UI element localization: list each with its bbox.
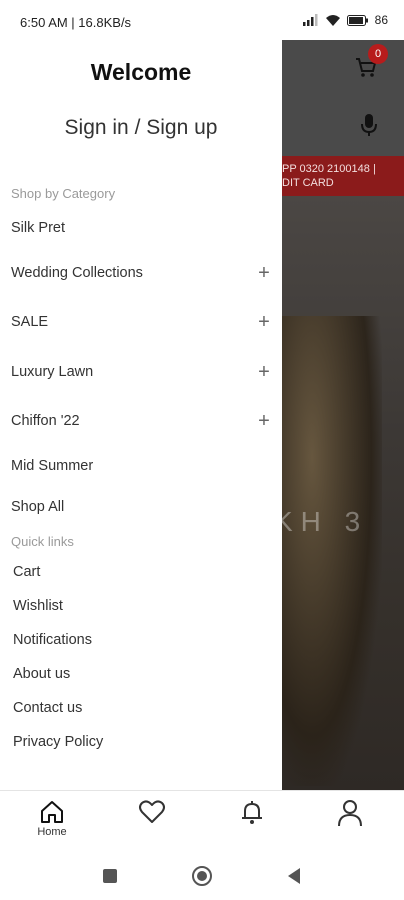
nav-notifications-button[interactable] [222, 799, 282, 845]
bell-icon [242, 801, 262, 824]
circle-icon [192, 866, 212, 886]
background-page: 0 PP 0320 2100148 | DIT CARD KH 3 [282, 34, 404, 790]
category-luxury-lawn[interactable]: Luxury Lawn + [11, 359, 271, 385]
nav-home-button[interactable]: Home [22, 799, 82, 845]
quick-link-about-us[interactable]: About us [13, 666, 70, 682]
back-button[interactable] [282, 864, 306, 888]
hero-overlay-text: KH 3 [282, 506, 369, 537]
wifi-icon [325, 14, 340, 26]
category-chiffon-22[interactable]: Chiffon '22 + [11, 408, 271, 434]
category-mid-summer[interactable]: Mid Summer [11, 453, 271, 479]
home-system-button[interactable] [190, 864, 214, 888]
shop-by-category-label: Shop by Category [11, 186, 116, 201]
status-bar: 6:50 AM | 16.8KB/s 86 [0, 0, 404, 40]
heart-icon [139, 800, 165, 823]
signin-signup-link[interactable]: Sign in / Sign up [0, 116, 282, 140]
category-wedding-collections[interactable]: Wedding Collections + [11, 260, 271, 286]
quick-link-contact-us[interactable]: Contact us [13, 700, 82, 716]
signal-icon [302, 14, 318, 26]
category-label: Chiffon '22 [11, 413, 80, 429]
navigation-drawer: Welcome Sign in / Sign up Shop by Catego… [0, 34, 282, 790]
expand-plus-icon[interactable]: + [257, 263, 271, 283]
microphone-icon [361, 114, 377, 136]
hero-image: KH 3 [282, 196, 404, 790]
expand-plus-icon[interactable]: + [257, 362, 271, 382]
category-sale[interactable]: SALE + [11, 309, 271, 335]
background-header: 0 [282, 34, 404, 156]
triangle-back-icon [288, 868, 300, 884]
category-label: Silk Pret [11, 220, 65, 236]
system-navigation-bar [0, 848, 404, 900]
nav-profile-button[interactable] [320, 799, 380, 845]
category-label: Shop All [11, 499, 65, 515]
category-shop-all[interactable]: Shop All [11, 494, 271, 520]
home-icon [41, 801, 63, 823]
category-label: SALE [11, 314, 49, 330]
nav-wishlist-button[interactable] [122, 799, 182, 845]
hero-model-figure [282, 316, 382, 786]
promo-banner: PP 0320 2100148 | DIT CARD [282, 156, 404, 196]
expand-plus-icon[interactable]: + [257, 411, 271, 431]
promo-line-2: DIT CARD [282, 177, 334, 189]
quick-link-privacy-policy[interactable]: Privacy Policy [13, 734, 103, 750]
bottom-navigation: Home [0, 790, 404, 848]
battery-icon [346, 14, 368, 26]
voice-search-button[interactable] [358, 112, 380, 138]
nav-home-label: Home [37, 826, 67, 838]
recent-apps-button[interactable] [98, 864, 122, 888]
category-label: Luxury Lawn [11, 364, 94, 380]
category-label: Wedding Collections [11, 265, 143, 281]
category-label: Mid Summer [11, 458, 94, 474]
square-icon [103, 869, 117, 883]
expand-plus-icon[interactable]: + [257, 312, 271, 332]
drawer-welcome-title: Welcome [90, 59, 192, 85]
cart-count-badge: 0 [368, 44, 388, 64]
quick-link-cart[interactable]: Cart [13, 564, 40, 580]
quick-links-label: Quick links [11, 534, 74, 549]
status-icons: 86 [302, 13, 388, 27]
quick-link-notifications[interactable]: Notifications [13, 632, 92, 648]
user-icon [338, 800, 362, 827]
category-silk-pret[interactable]: Silk Pret [11, 215, 271, 241]
status-time-speed: 6:50 AM | 16.8KB/s [20, 15, 132, 30]
quick-link-wishlist[interactable]: Wishlist [13, 598, 63, 614]
promo-line-1: PP 0320 2100148 | [282, 163, 376, 175]
battery-level: 86 [374, 13, 388, 27]
